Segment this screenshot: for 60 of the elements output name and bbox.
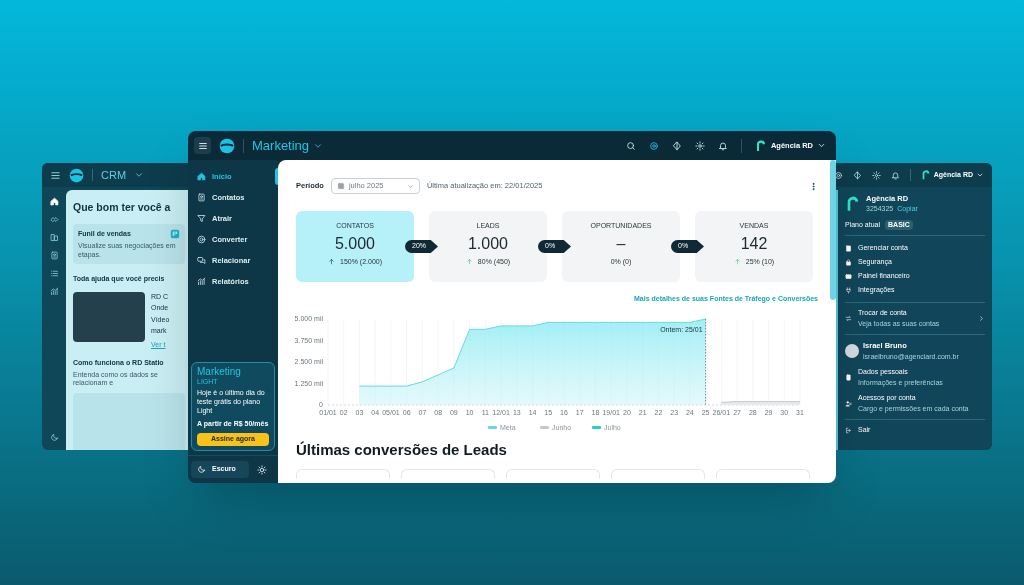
menu-button[interactable]	[194, 137, 211, 154]
metric-value: 142	[740, 233, 768, 254]
menu-icon[interactable]	[50, 169, 61, 181]
product-switcher[interactable]: Marketing	[252, 135, 324, 156]
bell-icon[interactable]	[890, 170, 900, 180]
metric-value: 5.000	[334, 233, 375, 254]
app-logo	[219, 137, 235, 154]
diamond-icon[interactable]	[852, 170, 862, 180]
video-thumbnail[interactable]	[73, 291, 145, 342]
id-card-icon	[845, 374, 852, 381]
card-icon	[845, 272, 852, 280]
avatar	[845, 344, 859, 359]
chat-icon	[197, 256, 206, 265]
chart-icon[interactable]	[49, 287, 59, 296]
moon-icon[interactable]	[49, 433, 59, 442]
ring-icon[interactable]	[648, 140, 659, 151]
caret-icon	[406, 182, 414, 190]
contact-card-icon	[197, 193, 206, 202]
people-icon	[845, 400, 852, 407]
contact-card-icon[interactable]	[49, 251, 59, 260]
app-logo	[69, 167, 84, 183]
search-icon[interactable]	[625, 140, 636, 151]
building-icon	[845, 244, 852, 252]
settings-icon[interactable]	[871, 170, 881, 180]
list-icon[interactable]	[49, 269, 59, 278]
ring-icon[interactable]	[833, 170, 843, 180]
funnel-icon	[197, 214, 206, 223]
metric-value: 1.000	[467, 233, 508, 254]
section-heading: Últimas conversões de Leads	[296, 439, 508, 460]
exit-icon	[845, 426, 852, 434]
metric-value: –	[616, 233, 626, 254]
moon-icon	[197, 465, 206, 474]
home-icon	[197, 172, 206, 181]
menu-icon	[197, 140, 208, 151]
settings-icon[interactable]	[694, 140, 705, 151]
chart-icon	[197, 277, 206, 286]
company-logo	[754, 139, 767, 152]
caret-icon	[976, 171, 984, 179]
sun-icon[interactable]	[257, 464, 267, 475]
target-icon	[197, 235, 206, 244]
company-logo	[920, 170, 931, 180]
building-icon[interactable]	[49, 233, 59, 242]
diamond-icon[interactable]	[671, 140, 682, 151]
app-title[interactable]: CRM	[101, 166, 127, 184]
more-icon[interactable]	[809, 181, 818, 191]
handshake-icon[interactable]	[49, 215, 59, 224]
page-heading: Que bom ter você a	[73, 200, 171, 215]
lock-icon	[845, 258, 852, 266]
scrollbar-thumb[interactable]	[830, 160, 836, 300]
caret-icon	[817, 141, 826, 150]
home-icon[interactable]	[49, 197, 59, 206]
plug-icon	[845, 286, 852, 294]
company-logo	[845, 195, 861, 212]
bell-icon[interactable]	[717, 140, 728, 151]
caret-icon[interactable]	[134, 170, 145, 180]
calendar-icon	[336, 182, 345, 190]
kanban-icon	[170, 229, 180, 239]
chevron-icon	[978, 315, 985, 323]
swap-icon	[845, 315, 852, 323]
promo-title: Marketing	[197, 366, 242, 377]
